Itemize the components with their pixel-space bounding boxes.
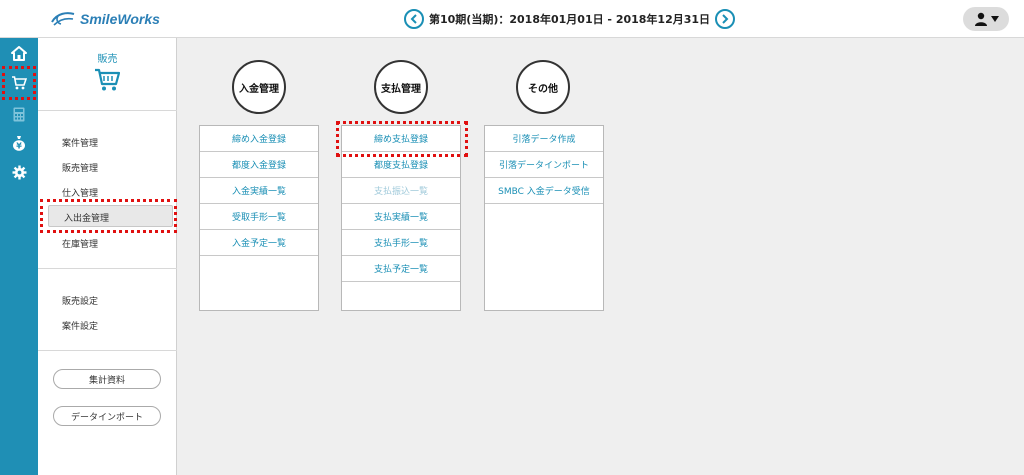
sidebar-item-仕入管理[interactable]: 仕入管理 [62,186,98,199]
list-item[interactable]: 入金予定一覧 [200,230,318,256]
icon-rail: ¥ [0,0,38,475]
sidebar-item-highlight [40,199,177,233]
svg-text:¥: ¥ [16,142,22,151]
sidebar-divider [38,110,177,111]
logo-mark-icon [51,12,75,26]
home-icon[interactable] [0,40,38,66]
logo: SmileWorks [50,8,160,30]
next-period-button[interactable] [715,9,736,29]
list-item[interactable]: 引落データインポート [485,152,603,178]
user-menu-button[interactable] [963,7,1009,31]
sidebar-item-案件管理[interactable]: 案件管理 [62,136,98,149]
chevron-left-icon [410,14,417,24]
sidebar-item-在庫管理[interactable]: 在庫管理 [62,237,98,250]
column-header-入金管理: 入金管理 [232,60,286,114]
money-bag-icon[interactable]: ¥ [0,130,38,156]
list-item[interactable]: 引落データ作成 [485,126,603,152]
list-item[interactable]: 支払実績一覧 [342,204,460,230]
column-header-その他: その他 [516,60,570,114]
column-入金管理: 締め入金登録 都度入金登録 入金実績一覧 受取手形一覧 入金予定一覧 [199,125,319,311]
period-label: 第10期(当期)：2018年01月01日 - 2018年12月31日 [429,13,711,26]
list-item[interactable]: 支払予定一覧 [342,256,460,282]
list-item: 支払振込一覧 [342,178,460,204]
list-item-highlight [336,121,468,157]
list-item[interactable]: 都度入金登録 [200,152,318,178]
list-item[interactable]: 締め入金登録 [200,126,318,152]
user-icon [974,12,987,26]
sidebar-divider [38,268,177,269]
period-selector: 第10期(当期)：2018年01月01日 - 2018年12月31日 [404,8,736,30]
list-item[interactable]: 受取手形一覧 [200,204,318,230]
gear-icon[interactable] [0,159,38,185]
cart-icon [94,68,121,96]
caret-down-icon [990,16,999,22]
sidebar-divider [38,350,177,351]
sidebar: 販売 案件管理 販売管理 仕入管理 入出金管理 在庫管理 販売設定 案件設定 集… [38,38,177,475]
sidebar-item-販売設定[interactable]: 販売設定 [62,294,98,307]
sidebar-item-販売管理[interactable]: 販売管理 [62,161,98,174]
column-header-支払管理: 支払管理 [374,60,428,114]
prev-period-button[interactable] [404,9,424,29]
summary-button[interactable]: 集計資料 [53,369,161,389]
list-item[interactable]: 入金実績一覧 [200,178,318,204]
top-header: SmileWorks 第10期(当期)：2018年01月01日 - 2018年1… [0,0,1024,38]
column-その他: 引落データ作成 引落データインポート SMBC 入金データ受信 [484,125,604,311]
calculator-icon[interactable] [0,101,38,127]
logo-text: SmileWorks [80,11,160,27]
list-item[interactable]: 支払手形一覧 [342,230,460,256]
chevron-right-icon [722,14,729,24]
cart-icon-highlight [2,66,36,100]
sidebar-title: 販売 [97,54,118,65]
sidebar-item-案件設定[interactable]: 案件設定 [62,319,98,332]
list-item[interactable]: SMBC 入金データ受信 [485,178,603,204]
data-import-button[interactable]: データインポート [53,406,161,426]
